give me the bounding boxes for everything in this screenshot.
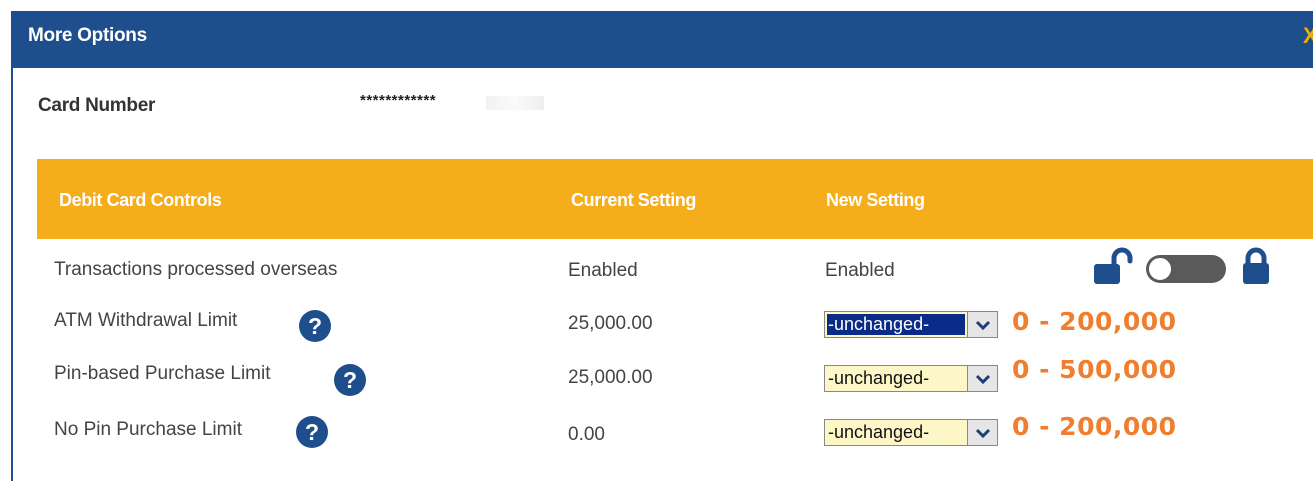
unlock-icon: [1094, 247, 1133, 284]
card-number-value: ************: [360, 92, 437, 109]
row-label-overseas: Transactions processed overseas: [54, 259, 338, 280]
atm-limit-select[interactable]: -unchanged-: [824, 311, 998, 338]
pin-purchase-limit-range: 0 - 500,000: [1012, 355, 1177, 384]
atm-limit-range: 0 - 200,000: [1012, 307, 1177, 336]
chevron-down-icon[interactable]: [967, 312, 997, 337]
chevron-down-icon[interactable]: [967, 366, 997, 391]
more-options-dialog: [11, 11, 1313, 481]
header-new-setting: New Setting: [826, 190, 925, 210]
current-setting-pin-purchase: 25,000.00: [568, 367, 653, 388]
help-icon[interactable]: ?: [299, 310, 331, 342]
help-icon[interactable]: ?: [296, 416, 328, 448]
table-row: Pin-based Purchase Limit ? 25,000.00 -un…: [0, 355, 1313, 410]
pin-purchase-limit-select[interactable]: -unchanged-: [824, 365, 998, 392]
lock-icon: [1243, 247, 1269, 284]
overseas-toggle-group: [1092, 247, 1272, 287]
toggle-knob: [1148, 257, 1172, 281]
row-label-no-pin-purchase: No Pin Purchase Limit: [54, 419, 242, 440]
card-number-redaction: [486, 96, 544, 110]
current-setting-atm: 25,000.00: [568, 313, 653, 334]
no-pin-purchase-limit-select[interactable]: -unchanged-: [824, 419, 998, 446]
row-label-atm-withdrawal: ATM Withdrawal Limit: [54, 310, 238, 331]
help-icon[interactable]: ?: [334, 364, 366, 396]
row-label-pin-purchase: Pin-based Purchase Limit: [54, 363, 271, 384]
no-pin-purchase-limit-range: 0 - 200,000: [1012, 412, 1177, 441]
current-setting-overseas: Enabled: [568, 260, 638, 281]
overseas-toggle-switch[interactable]: [1146, 255, 1226, 283]
new-setting-overseas: Enabled: [825, 260, 895, 281]
table-row: ATM Withdrawal Limit ? 25,000.00 -unchan…: [0, 307, 1313, 357]
dialog-title-bar: More Options X: [11, 11, 1313, 68]
close-icon[interactable]: X: [1303, 23, 1313, 49]
chevron-down-icon[interactable]: [967, 420, 997, 445]
table-row: No Pin Purchase Limit ? 0.00 -unchanged-…: [0, 412, 1313, 463]
current-setting-no-pin-purchase: 0.00: [568, 424, 605, 445]
header-debit-card-controls: Debit Card Controls: [59, 190, 222, 210]
card-number-label: Card Number: [38, 95, 156, 116]
header-current-setting: Current Setting: [571, 190, 697, 210]
dialog-title: More Options: [28, 25, 147, 46]
table-header: Debit Card Controls Current Setting New …: [37, 159, 1313, 239]
